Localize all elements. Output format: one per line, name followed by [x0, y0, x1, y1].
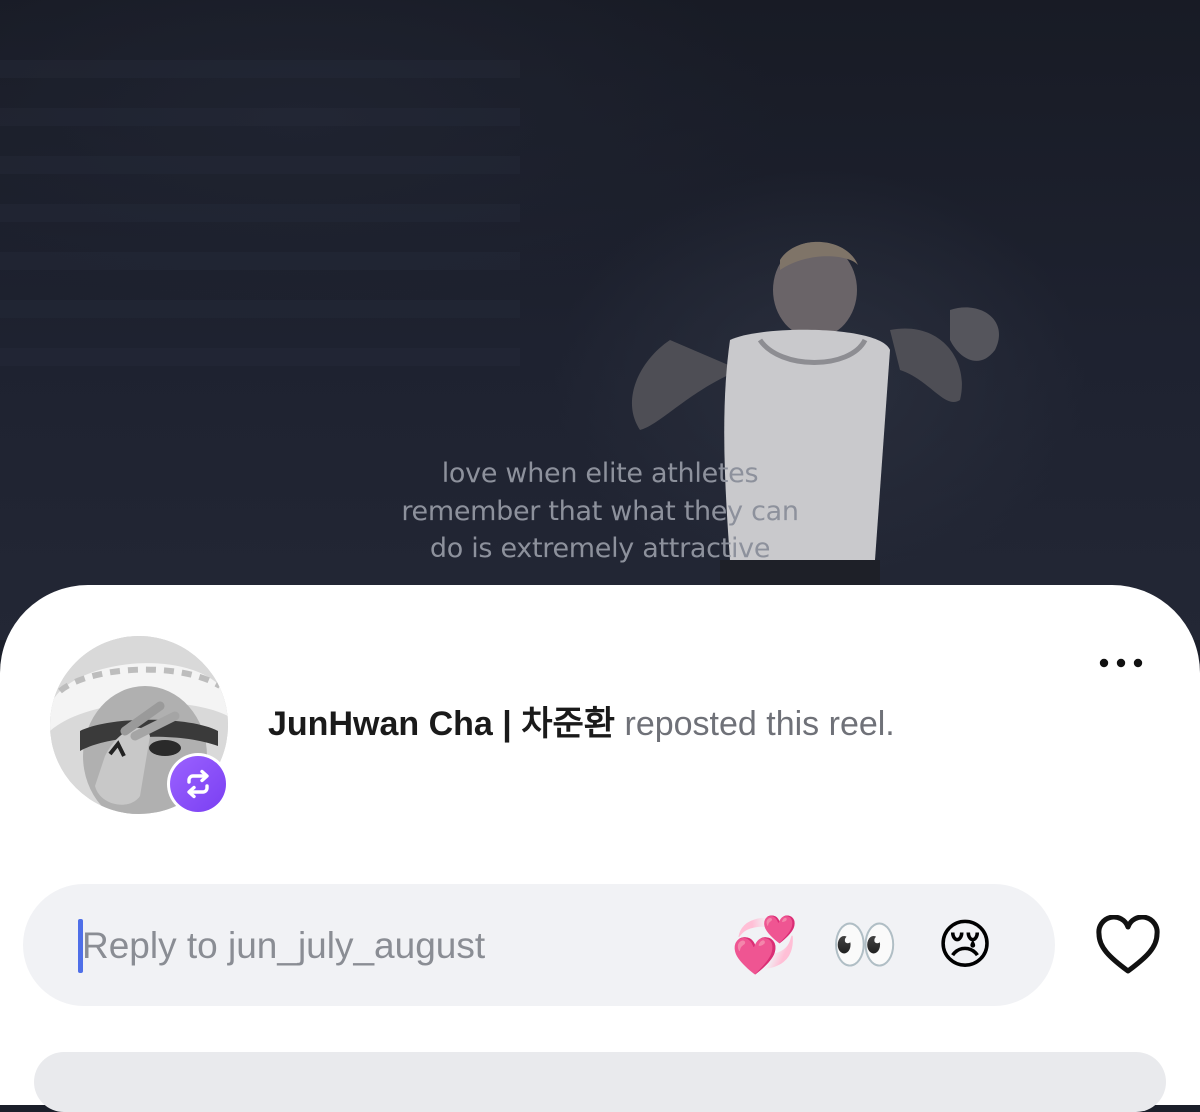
- repost-icon: [187, 769, 209, 799]
- repost-username[interactable]: JunHwan Cha | 차준환: [268, 705, 615, 743]
- repost-text: JunHwan Cha | 차준환 reposted this reel.: [268, 700, 895, 748]
- reply-input[interactable]: [82, 920, 702, 972]
- more-dots-icon: [1099, 658, 1143, 668]
- caption-line: remember that what they can: [401, 495, 799, 527]
- repost-badge: [167, 753, 229, 815]
- reel-video[interactable]: love when elite athletes remember that w…: [0, 0, 1200, 640]
- reaction-eyes-button[interactable]: 👀: [830, 910, 900, 980]
- caption-line: love when elite athletes: [441, 458, 759, 489]
- repost-action-text: reposted this reel.: [624, 705, 895, 743]
- reaction-hearts-button[interactable]: 💞: [730, 910, 800, 980]
- more-options-button[interactable]: [1090, 650, 1152, 676]
- reel-caption: love when elite athletes remember that w…: [300, 455, 900, 568]
- reaction-crying-button[interactable]: 😢: [930, 910, 1000, 980]
- like-button[interactable]: [1092, 912, 1164, 978]
- heart-outline-icon: [1096, 915, 1160, 974]
- next-field[interactable]: [34, 1052, 1166, 1112]
- background-blinds: [0, 60, 520, 366]
- caption-line: do is extremely attractive: [429, 533, 771, 564]
